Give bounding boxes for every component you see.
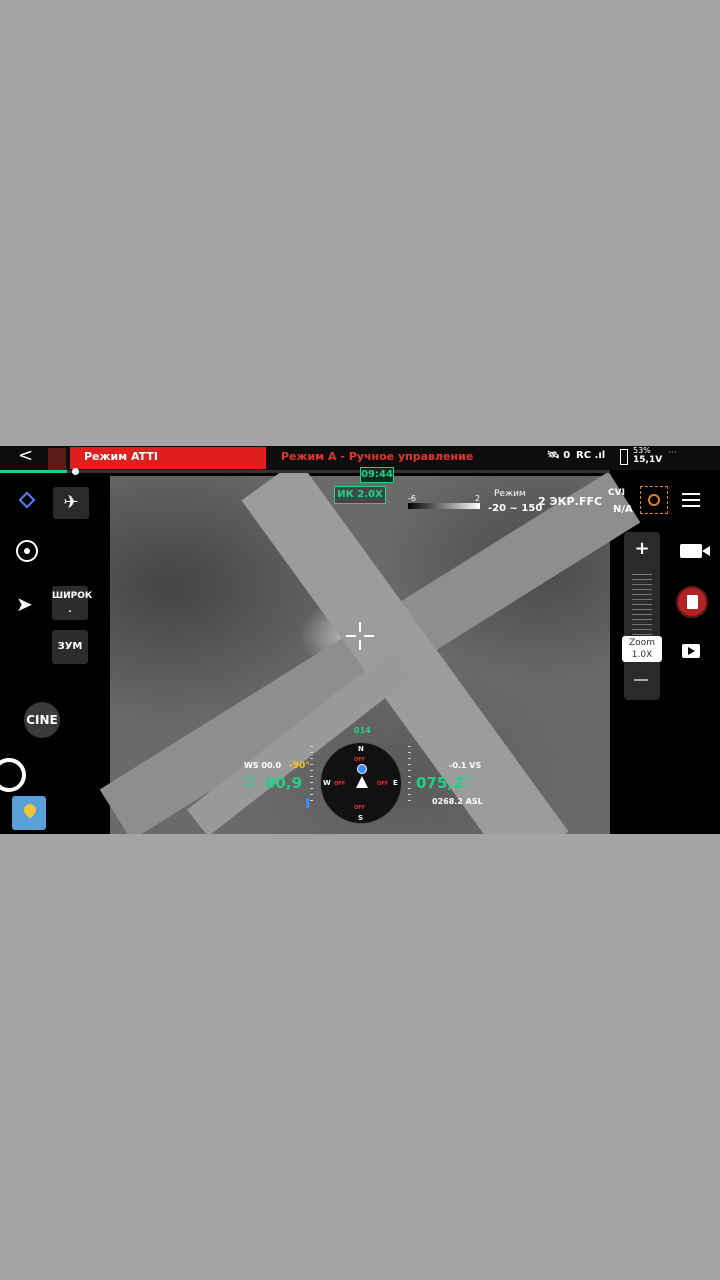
flight-progress-handle[interactable] xyxy=(72,468,79,475)
altitude-scale xyxy=(408,746,411,802)
crosshair-icon xyxy=(346,622,374,650)
flight-progress-fill xyxy=(0,470,68,473)
satellite-icon: 🛰 xyxy=(547,450,560,461)
cvi-value: N/A xyxy=(613,504,633,515)
battery-voltage: 15,1V xyxy=(633,455,663,465)
home-point-icon xyxy=(357,764,367,774)
map-icon[interactable] xyxy=(12,796,46,830)
cvi-label: CVI xyxy=(608,488,625,498)
wide-camera-label: ШИРОК xyxy=(52,591,93,601)
signal-bars-icon: .ıl xyxy=(594,450,606,461)
zoom-camera-button[interactable]: ЗУМ xyxy=(52,630,88,664)
satellite-count: 🛰 0 xyxy=(547,450,570,461)
horizontal-speed-unit: SPD m/s xyxy=(244,776,257,789)
focus-target-icon[interactable] xyxy=(16,540,38,562)
compass-south: S xyxy=(358,814,364,822)
vertical-speed: -0.1 VS xyxy=(449,761,482,770)
nav-diamond-icon[interactable] xyxy=(18,491,36,509)
thermal-range[interactable]: -20 ~ 150 xyxy=(488,503,542,514)
zoom-minus-button[interactable] xyxy=(634,679,648,681)
ir-zoom-indicator[interactable]: ИК 2.0X xyxy=(334,486,386,504)
zoom-level-badge: Zoom 1.0X xyxy=(622,636,662,662)
thermal-scale-min: -6 xyxy=(408,494,416,503)
more-icon[interactable]: ··· xyxy=(668,448,677,458)
zoom-value: 1.0X xyxy=(631,650,653,660)
wide-camera-button[interactable]: ШИРОК . xyxy=(52,586,93,620)
thermal-mode-label: Режим xyxy=(494,489,526,499)
altitude-asl: 0268.2 ASL xyxy=(432,797,483,806)
flight-progress-bar xyxy=(0,468,610,475)
drone-screen: < Режим ATTI Режим А - Ручное управление… xyxy=(0,446,720,834)
ffc-button[interactable]: FFC xyxy=(579,495,602,508)
screens-button[interactable]: 2 ЭКР. xyxy=(538,495,579,508)
thermal-scale-bar[interactable] xyxy=(408,503,480,509)
compass[interactable]: N E W S OFF OFF OFF OFF xyxy=(320,742,402,824)
compass-west: W xyxy=(323,779,331,787)
wind-speed: WS 00.0 xyxy=(244,761,282,770)
compass-north: N xyxy=(358,745,364,753)
satellite-value: 0 xyxy=(563,450,571,461)
target-lock-icon[interactable] xyxy=(640,486,668,514)
video-mode-icon[interactable] xyxy=(680,544,710,558)
record-button[interactable] xyxy=(676,586,708,618)
heading-value: 014 xyxy=(354,726,371,735)
back-button[interactable]: < xyxy=(18,446,36,468)
mode-badge xyxy=(48,448,66,470)
obstacle-sensor-left: OFF xyxy=(334,781,346,787)
aircraft-arrow-icon xyxy=(356,776,368,788)
gimbal-pitch: -90° xyxy=(289,761,310,771)
altitude: 075,2 xyxy=(416,774,464,792)
battery-percent: 53% xyxy=(633,446,651,455)
speed-scale xyxy=(310,746,313,802)
settings-sliders-icon[interactable] xyxy=(682,492,700,508)
altitude-unit: ALT m xyxy=(462,776,473,789)
rc-label: RC xyxy=(576,450,592,461)
compass-east: E xyxy=(393,779,398,787)
obstacle-sensor-back: OFF xyxy=(354,805,366,811)
horizontal-speed: 00,9 xyxy=(265,774,303,792)
obstacle-sensor-front: OFF xyxy=(354,757,366,763)
battery-icon xyxy=(620,449,628,465)
control-mode-label: Режим А - Ручное управление xyxy=(281,450,474,463)
speed-indicator xyxy=(306,798,309,808)
flight-mode-label: Режим ATTI xyxy=(84,450,159,463)
obstacle-sensor-right: OFF xyxy=(377,781,389,787)
flight-timer: 09:44 xyxy=(360,467,394,483)
zoom-plus-button[interactable]: + xyxy=(624,538,660,559)
zoom-label: Zoom xyxy=(629,638,655,648)
drone-mode-icon[interactable]: ✈ xyxy=(53,487,89,519)
wide-camera-sub: . xyxy=(68,605,72,615)
thermal-scale-max: 2 xyxy=(475,494,481,503)
rc-signal: RC .ıl xyxy=(576,450,605,461)
cine-mode-button[interactable]: CINE xyxy=(24,702,60,738)
navigation-arrow-icon[interactable]: ➤ xyxy=(16,592,33,616)
playback-icon[interactable] xyxy=(682,644,700,658)
radar-ring-icon[interactable] xyxy=(0,758,26,792)
